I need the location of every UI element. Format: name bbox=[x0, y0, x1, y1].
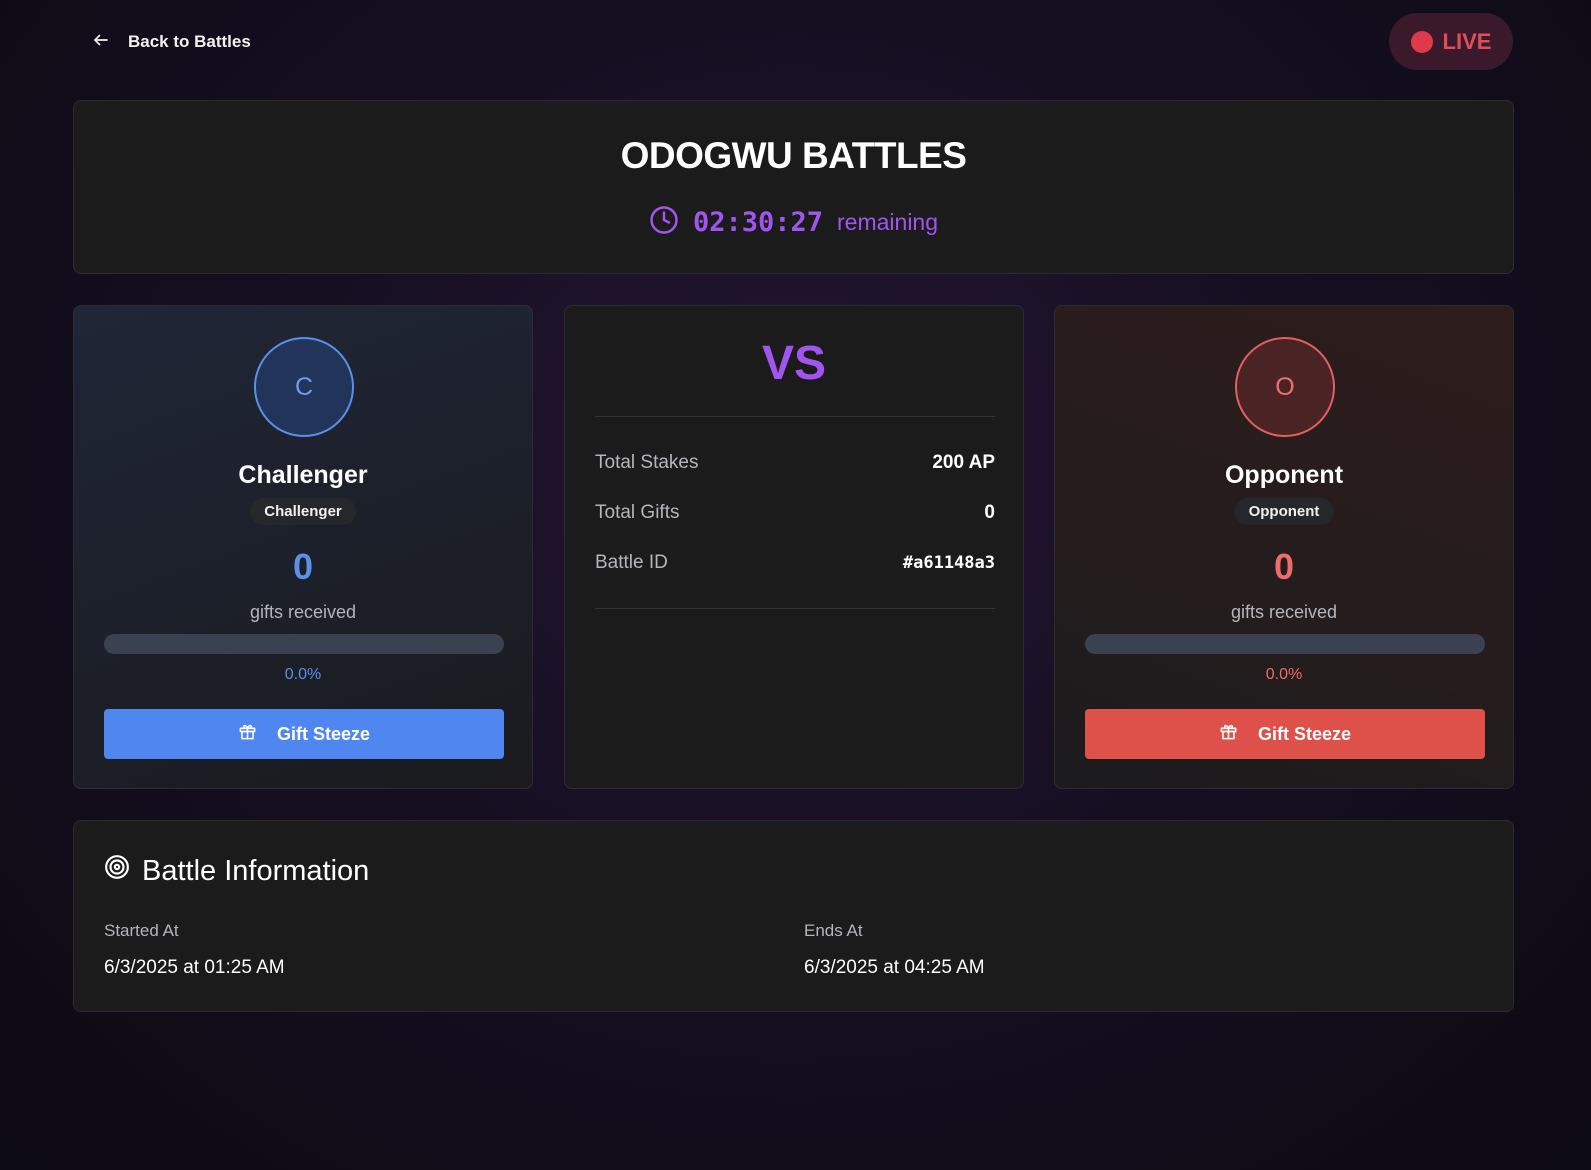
back-label: Back to Battles bbox=[128, 32, 251, 51]
target-icon bbox=[104, 854, 130, 888]
opponent-gift-label: Gift Steeze bbox=[1257, 723, 1352, 744]
stat-row-battle-id: Battle ID #a61148a3 bbox=[595, 550, 995, 576]
challenger-role-badge: Challenger bbox=[250, 498, 356, 525]
stats-divider-bottom bbox=[595, 608, 995, 609]
opponent-card: O Opponent Opponent 0 gifts received 0.0… bbox=[1054, 305, 1514, 789]
stat-row-total-gifts: Total Gifts 0 bbox=[595, 500, 995, 526]
opponent-role-badge: Opponent bbox=[1234, 498, 1334, 525]
challenger-progress-bar bbox=[104, 634, 504, 654]
clock-icon bbox=[649, 205, 679, 240]
challenger-avatar: C bbox=[254, 337, 354, 437]
battle-id-value: #a61148a3 bbox=[902, 553, 995, 573]
opponent-progress-bar bbox=[1085, 634, 1485, 654]
live-dot-icon bbox=[1410, 30, 1433, 53]
opponent-score-label: gifts received bbox=[1230, 602, 1338, 622]
opponent-avatar: O bbox=[1235, 337, 1335, 437]
challenger-gift-button[interactable]: Gift Steeze bbox=[104, 709, 504, 759]
live-label: LIVE bbox=[1442, 28, 1492, 54]
challenger-name: Challenger bbox=[238, 461, 368, 489]
versus-card: VS Total Stakes 200 AP Total Gifts 0 Bat… bbox=[564, 305, 1024, 789]
started-at-label: Started At bbox=[104, 921, 179, 940]
challenger-card: C Challenger Challenger 0 gifts received… bbox=[73, 305, 533, 789]
live-badge: LIVE bbox=[1389, 13, 1513, 70]
ends-at-value: 6/3/2025 at 04:25 AM bbox=[804, 957, 985, 978]
stat-label: Total Stakes bbox=[595, 452, 699, 473]
challenger-gift-label: Gift Steeze bbox=[276, 723, 371, 744]
timer-suffix: remaining bbox=[837, 209, 939, 235]
arrow-left-icon bbox=[92, 31, 110, 54]
challenger-score: 0 bbox=[292, 546, 314, 587]
battle-information-title: Battle Information bbox=[142, 854, 370, 887]
top-bar: Back to Battles LIVE bbox=[0, 0, 1591, 90]
battle-information-card: Battle Information Started At 6/3/2025 a… bbox=[73, 820, 1514, 1012]
battle-information-heading: Battle Information bbox=[104, 854, 369, 888]
stat-value: 200 AP bbox=[932, 452, 995, 473]
opponent-gift-button[interactable]: Gift Steeze bbox=[1085, 709, 1485, 759]
timer-value: 02:30:27 bbox=[692, 207, 824, 238]
stat-label: Total Gifts bbox=[595, 502, 680, 523]
back-to-battles-link[interactable]: Back to Battles bbox=[92, 28, 251, 56]
stat-label: Battle ID bbox=[595, 552, 668, 573]
opponent-name: Opponent bbox=[1224, 461, 1344, 489]
challenger-percent: 0.0% bbox=[284, 666, 322, 683]
opponent-score: 0 bbox=[1273, 546, 1295, 587]
countdown-timer: 02:30:27 remaining bbox=[74, 205, 1513, 240]
stat-row-total-stakes: Total Stakes 200 AP bbox=[595, 450, 995, 476]
opponent-percent: 0.0% bbox=[1265, 666, 1303, 683]
gift-icon bbox=[238, 722, 257, 746]
challenger-score-label: gifts received bbox=[249, 602, 357, 622]
ends-at-label: Ends At bbox=[804, 921, 863, 940]
stat-value: 0 bbox=[984, 502, 995, 523]
battle-header-card: ODOGWU BATTLES 02:30:27 remaining bbox=[73, 100, 1514, 274]
gift-icon bbox=[1219, 722, 1238, 746]
stats-divider-top bbox=[595, 416, 995, 417]
vs-label: VS bbox=[761, 337, 827, 390]
battle-title: ODOGWU BATTLES bbox=[620, 135, 967, 176]
started-at-value: 6/3/2025 at 01:25 AM bbox=[104, 957, 285, 978]
